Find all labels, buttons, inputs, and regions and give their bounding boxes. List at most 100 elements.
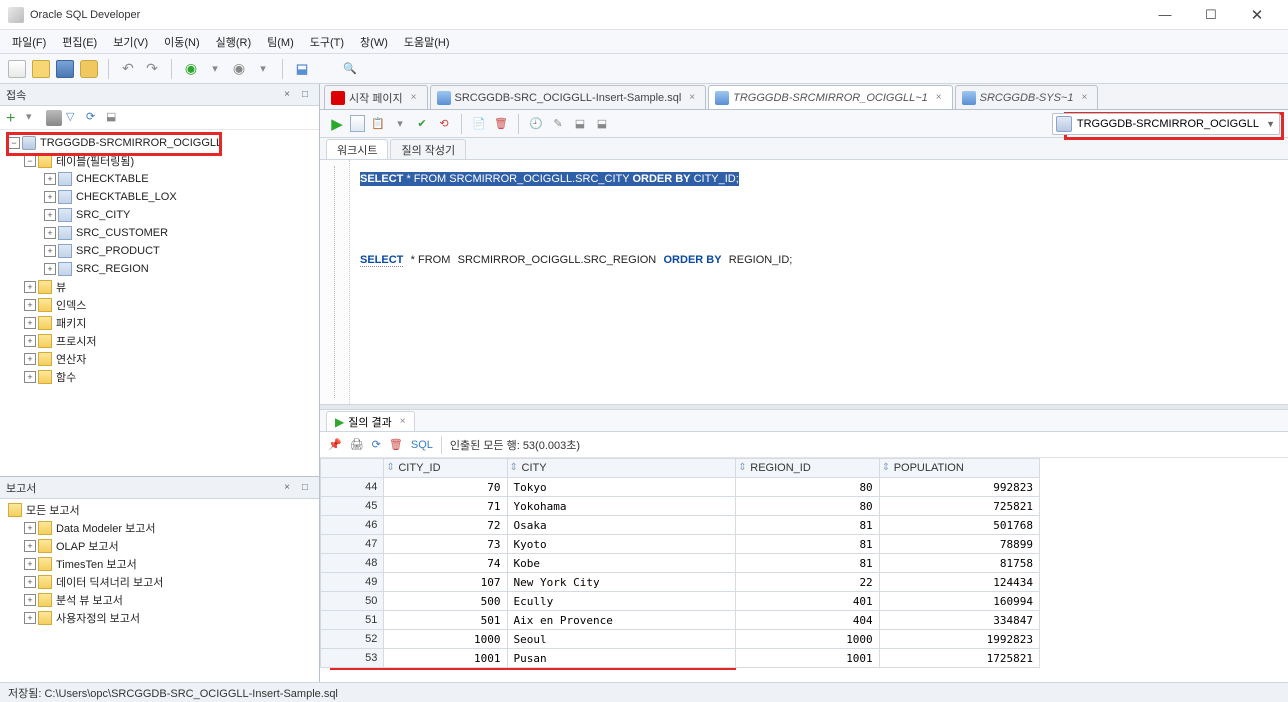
report-item[interactable]: +TimesTen 보고서 xyxy=(0,555,319,573)
format-icon[interactable]: ✎ xyxy=(549,115,567,133)
tab-close-icon[interactable]: × xyxy=(936,92,942,103)
menu-window[interactable]: 창(W) xyxy=(352,32,396,52)
expand-icon[interactable]: − xyxy=(24,155,36,167)
report-item[interactable]: +분석 뷰 보고서 xyxy=(0,591,319,609)
reports-root[interactable]: 모든 보고서 xyxy=(0,501,319,519)
expand-icon[interactable]: + xyxy=(24,540,36,552)
table-row[interactable]: 51501Aix en Provence404334847 xyxy=(321,611,1040,630)
table-row[interactable]: 4874Kobe8181758 xyxy=(321,554,1040,573)
panel-minimize-icon[interactable]: × xyxy=(279,480,295,496)
menu-tools[interactable]: 도구(T) xyxy=(302,32,352,52)
report-item[interactable]: +데이터 딕셔너리 보고서 xyxy=(0,573,319,591)
expand-icon[interactable]: + xyxy=(44,191,56,203)
expand-icon[interactable]: + xyxy=(24,558,36,570)
views-folder[interactable]: +뷰 xyxy=(0,278,319,296)
rollback-icon[interactable]: ⟲ xyxy=(435,115,453,133)
folder-node[interactable]: +연산자 xyxy=(0,350,319,368)
folder-node[interactable]: +인덱스 xyxy=(0,296,319,314)
panel-minimize-icon[interactable]: × xyxy=(279,87,295,103)
expand-icon[interactable]: + xyxy=(24,281,36,293)
tab-worksheet-trg[interactable]: TRGGGDB-SRCMIRROR_OCIGGLL~1× xyxy=(708,85,953,109)
connections-tree[interactable]: − TRGGGDB-SRCMIRROR_OCIGGLL − 테이블(필터링됨) … xyxy=(0,130,319,476)
tab-query-builder[interactable]: 질의 작성기 xyxy=(390,139,466,159)
tab-sql-file[interactable]: SRCGGDB-SRC_OCIGGLL-Insert-Sample.sql× xyxy=(430,85,707,109)
tab-close-icon[interactable]: × xyxy=(400,416,406,427)
table-node[interactable]: +CHECKTABLE xyxy=(0,170,319,188)
connection-chooser[interactable]: TRGGGDB-SRCMIRROR_OCIGGLL ▼ xyxy=(1052,113,1280,135)
close-button[interactable]: ✕ xyxy=(1234,1,1280,29)
results-grid[interactable]: ⇕CITY_ID ⇕CITY ⇕REGION_ID ⇕POPULATION 44… xyxy=(320,458,1288,682)
expand-icon[interactable]: + xyxy=(44,245,56,257)
refresh-icon[interactable]: ⟳ xyxy=(86,110,102,126)
tab-start-page[interactable]: 시작 페이지× xyxy=(324,85,428,109)
menu-team[interactable]: 팀(M) xyxy=(259,32,302,52)
run-script-icon[interactable] xyxy=(350,115,365,132)
delete-icon[interactable]: 🗑 xyxy=(389,438,403,451)
report-item[interactable]: +사용자정의 보고서 xyxy=(0,609,319,627)
table-row[interactable]: 521000Seoul10001992823 xyxy=(321,630,1040,649)
expand-icon[interactable]: + xyxy=(24,353,36,365)
menu-file[interactable]: 파일(F) xyxy=(4,32,54,52)
table-node[interactable]: +SRC_PRODUCT xyxy=(0,242,319,260)
expand-icon[interactable]: + xyxy=(24,317,36,329)
table-node[interactable]: +SRC_CITY xyxy=(0,206,319,224)
menu-help[interactable]: 도움말(H) xyxy=(396,32,458,52)
rownum-header[interactable] xyxy=(321,459,384,478)
table-row[interactable]: 4773Kyoto8178899 xyxy=(321,535,1040,554)
autotrace-icon[interactable]: ▾ xyxy=(391,115,409,133)
expand-icon[interactable]: + xyxy=(44,263,56,275)
back-dropdown-icon[interactable]: ▾ xyxy=(206,60,224,78)
more-icon[interactable]: ⬓ xyxy=(593,115,611,133)
redo-icon[interactable]: ↷ xyxy=(143,60,161,78)
unshared-ws-icon[interactable]: 📄 xyxy=(470,115,488,133)
new-icon[interactable] xyxy=(8,60,26,78)
expand-icon[interactable]: + xyxy=(44,173,56,185)
undo-icon[interactable]: ↶ xyxy=(119,60,137,78)
panel-restore-icon[interactable]: □ xyxy=(297,87,313,103)
menu-view[interactable]: 보기(V) xyxy=(105,32,156,52)
tab-query-result[interactable]: ▶질의 결과× xyxy=(326,411,415,431)
filter-icon[interactable]: ▽ xyxy=(66,110,82,126)
menu-navigate[interactable]: 이동(N) xyxy=(156,32,208,52)
folder-node[interactable]: +함수 xyxy=(0,368,319,386)
dbms-icon[interactable]: ⬓ xyxy=(106,110,122,126)
folder-node[interactable]: +패키지 xyxy=(0,314,319,332)
dbms-output-icon[interactable]: ⬓ xyxy=(571,115,589,133)
table-row[interactable]: 50500Ecully401160994 xyxy=(321,592,1040,611)
expand-icon[interactable]: + xyxy=(44,209,56,221)
minimize-button[interactable]: — xyxy=(1142,1,1188,29)
tab-worksheet-sys[interactable]: SRCGGDB-SYS~1× xyxy=(955,85,1099,109)
panel-restore-icon[interactable]: □ xyxy=(297,480,313,496)
sql-link[interactable]: SQL xyxy=(411,439,433,451)
col-header[interactable]: ⇕CITY_ID xyxy=(384,459,507,478)
tab-close-icon[interactable]: × xyxy=(1081,92,1087,103)
table-node[interactable]: +CHECKTABLE_LOX xyxy=(0,188,319,206)
maximize-button[interactable]: ☐ xyxy=(1188,1,1234,29)
col-header[interactable]: ⇕REGION_ID xyxy=(736,459,879,478)
tab-close-icon[interactable]: × xyxy=(689,92,695,103)
expand-icon[interactable]: + xyxy=(44,227,56,239)
wrench-icon[interactable] xyxy=(46,110,62,126)
col-header[interactable]: ⇕POPULATION xyxy=(879,459,1039,478)
commit-icon[interactable]: ✔ xyxy=(413,115,431,133)
menu-edit[interactable]: 편집(E) xyxy=(54,32,105,52)
binoculars-icon[interactable]: 🔍 xyxy=(341,60,359,78)
table-row[interactable]: 4672Osaka81501768 xyxy=(321,516,1040,535)
expand-icon[interactable]: + xyxy=(24,612,36,624)
sql-icon[interactable]: ⬓ xyxy=(293,60,311,78)
table-row[interactable]: 49107New York City22124434 xyxy=(321,573,1040,592)
connection-node[interactable]: − TRGGGDB-SRCMIRROR_OCIGGLL xyxy=(0,134,319,152)
explain-plan-icon[interactable]: 📋 xyxy=(369,115,387,133)
tab-worksheet[interactable]: 워크시트 xyxy=(326,139,388,159)
expand-icon[interactable]: + xyxy=(24,594,36,606)
history-icon[interactable]: 🕘 xyxy=(527,115,545,133)
table-row[interactable]: 4470Tokyo80992823 xyxy=(321,478,1040,497)
col-header[interactable]: ⇕CITY xyxy=(507,459,736,478)
sql-editor[interactable]: SELECT * FROM SRCMIRROR_OCIGGLL.SRC_CITY… xyxy=(320,160,1288,404)
expand-icon[interactable]: − xyxy=(8,137,20,149)
tab-close-icon[interactable]: × xyxy=(411,92,417,103)
clear-icon[interactable]: 🗑 xyxy=(492,115,510,133)
table-node[interactable]: +SRC_REGION xyxy=(0,260,319,278)
new-connection-icon[interactable]: + xyxy=(6,110,22,126)
forward-dropdown-icon[interactable]: ▾ xyxy=(254,60,272,78)
